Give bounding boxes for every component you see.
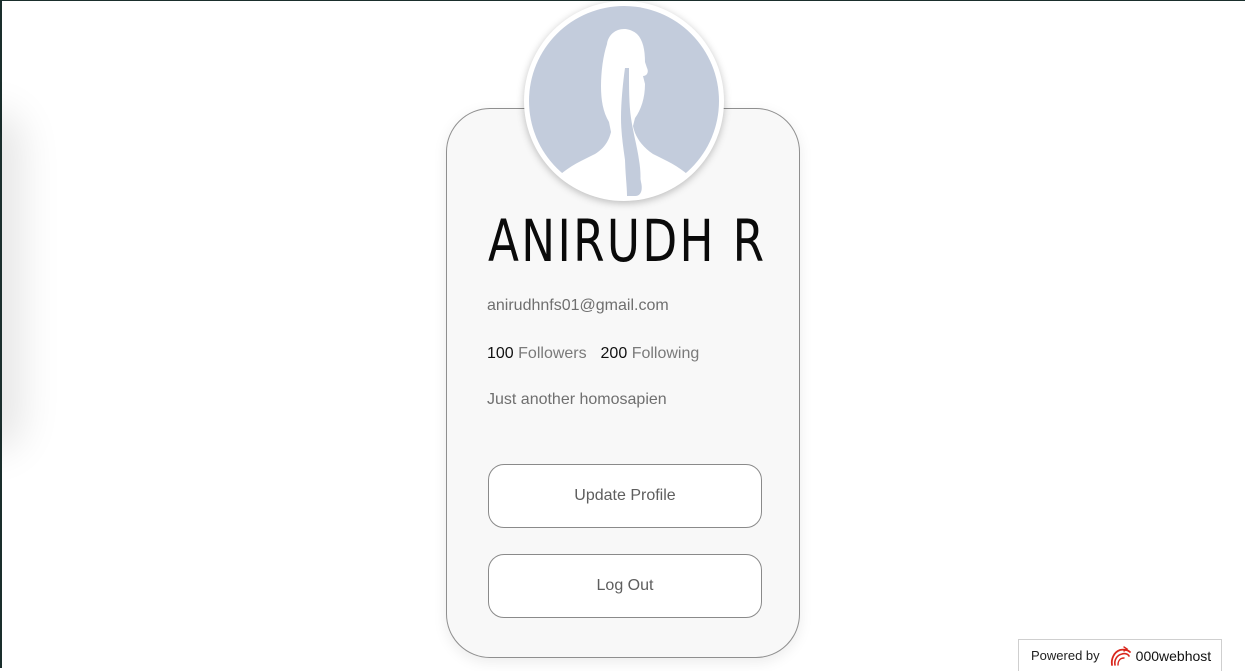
log-out-button[interactable]: Log Out — [488, 554, 762, 618]
followers-label: Followers — [518, 345, 587, 362]
profile-name: ANIRUDH R — [488, 207, 767, 275]
profile-email: anirudhnfs01@gmail.com — [487, 297, 669, 314]
brand-name: 000webhost — [1135, 647, 1212, 664]
000webhost-logo-icon — [1110, 645, 1131, 666]
powered-by-badge[interactable]: Powered by 000webhost — [1018, 639, 1222, 671]
powered-by-label: Powered by — [1031, 648, 1100, 663]
profile-stats: 100 Followers 200 Following — [487, 345, 699, 363]
following-count: 200 — [600, 345, 628, 362]
following-label: Following — [631, 345, 700, 362]
side-panel-shadow — [0, 111, 2, 451]
followers-count: 100 — [487, 345, 514, 362]
avatar — [524, 1, 724, 201]
update-profile-button[interactable]: Update Profile — [488, 464, 762, 528]
default-avatar-icon — [529, 6, 719, 196]
profile-bio: Just another homosapien — [487, 391, 667, 408]
